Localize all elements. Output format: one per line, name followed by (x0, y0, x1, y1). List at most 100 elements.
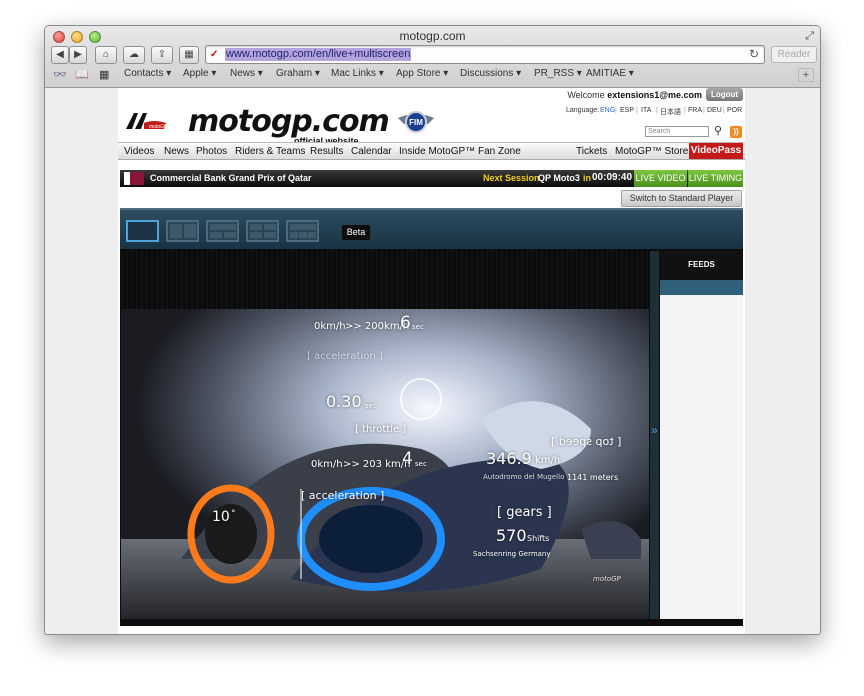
url-text[interactable]: www.motogp.com/en/live+multiscreen (225, 48, 412, 61)
add-bookmark-icon[interactable]: + (798, 68, 814, 82)
in-label: in (583, 173, 591, 183)
lang-eng[interactable]: ENG (600, 107, 615, 114)
reading-list-icon[interactable]: 👓 (53, 68, 67, 81)
lang-ita[interactable]: ITA (641, 107, 651, 114)
browser-toolbar: motogp.com ⤢ ◀ ▶ ⌂ ☁ ⇪ ▦ ✓ www.motogp.co… (45, 26, 820, 88)
feeds-selected-bar[interactable] (660, 280, 743, 295)
nav-store[interactable]: MotoGP™ Store (615, 146, 688, 157)
overlay-speed-mid-to: >> 203 km/h (343, 459, 411, 470)
layout-two-button[interactable] (166, 220, 199, 242)
switch-player-button[interactable]: Switch to Standard Player (621, 190, 742, 207)
feeds-header: FEEDS (660, 251, 743, 280)
video-letterbox (121, 251, 649, 309)
overlay-distance: 1141 meters (567, 473, 619, 482)
layout-four-button[interactable] (246, 220, 279, 242)
overlay-lean-unit: ° (231, 509, 236, 519)
share-button[interactable]: ⇪ (151, 46, 173, 64)
overlay-gears-label: [ gears ] (497, 505, 552, 520)
reader-button[interactable]: Reader (771, 46, 817, 63)
bookmark-discussions[interactable]: Discussions ▾ (460, 68, 521, 79)
language-label: Language: (566, 107, 600, 114)
nav-fan-zone[interactable]: Fan Zone (478, 146, 521, 157)
video-watermark: motoGP (593, 575, 621, 583)
lang-sep: | (656, 107, 658, 114)
qr-button[interactable]: ▦ (179, 46, 199, 64)
expand-arrow-icon[interactable]: » (651, 423, 658, 437)
overlay-speed-mid-from: 0km/h (311, 459, 343, 470)
live-timing-button[interactable]: LIVE TIMING (688, 170, 743, 187)
overlay-speed-top-from: 0km/h (314, 321, 346, 332)
site-logo-text[interactable]: motogp.com (188, 104, 390, 139)
top-sites-icon[interactable]: ▦ (99, 68, 109, 81)
rss-icon[interactable]: )) (730, 126, 742, 138)
address-bar[interactable]: ✓ www.motogp.com/en/live+multiscreen ↻ (205, 45, 765, 64)
overlay-speed-mid-seconds: 4 (402, 449, 413, 469)
reload-icon[interactable]: ↻ (749, 47, 759, 61)
beta-badge: Beta (342, 225, 370, 240)
fullscreen-icon[interactable]: ⤢ (805, 30, 814, 43)
layout-three-button[interactable] (206, 220, 239, 242)
site-search-input[interactable]: Search (645, 126, 709, 137)
lang-sep: | (723, 107, 725, 114)
bookmark-apple[interactable]: Apple ▾ (183, 68, 216, 79)
overlay-shifts-label: Shifts (527, 534, 550, 543)
lang-esp[interactable]: ESP (620, 107, 634, 114)
multiscreen-player: Beta 0km/h >> 200km/h 6 sec [accelerati… (120, 208, 743, 626)
live-video-button[interactable]: LIVE VIDEO (634, 170, 687, 187)
feeds-toggle-strip[interactable]: » (650, 251, 659, 619)
overlay-speed-top-unit: sec (412, 323, 424, 331)
overlay-speed-top-seconds: 6 (400, 313, 411, 333)
forward-button[interactable]: ▶ (69, 46, 87, 64)
overlay-top-speed-value: 346.9 (486, 449, 532, 468)
search-icon[interactable]: ⚲ (714, 124, 722, 137)
bookmark-mac-links[interactable]: Mac Links ▾ (331, 68, 384, 79)
lang-fra[interactable]: FRA (688, 107, 702, 114)
nav-tickets[interactable]: Tickets (576, 146, 607, 157)
logout-button[interactable]: Logout (706, 88, 743, 101)
nav-results[interactable]: Results (310, 146, 343, 157)
home-icon: ⌂ (102, 49, 110, 60)
welcome-user: extensions1@me.com (607, 90, 702, 100)
feeds-panel: FEEDS (660, 251, 743, 619)
bookmark-pr-rss[interactable]: PR_RSS ▾ (534, 68, 582, 79)
nav-calendar[interactable]: Calendar (351, 146, 392, 157)
lang-deu[interactable]: DEU (707, 107, 722, 114)
bookmark-contacts[interactable]: Contacts ▾ (124, 68, 171, 79)
session-countdown: 00:09:40 (592, 172, 633, 183)
overlay-top-speed-location: Autodromo del Mugello (483, 473, 565, 481)
main-nav: Videos News Photos Riders & Teams Result… (118, 142, 745, 160)
lang-jpn[interactable]: 日本語 (660, 107, 681, 117)
lang-por[interactable]: POR (727, 107, 742, 114)
lang-sep: | (615, 107, 617, 114)
home-button[interactable]: ⌂ (95, 46, 117, 64)
nav-riders-teams[interactable]: Riders & Teams (235, 146, 305, 157)
bookmark-amitiae[interactable]: AMITIAE ▾ (586, 68, 634, 79)
nav-videos[interactable]: Videos (124, 146, 154, 157)
overlay-speed-mid-unit: sec (415, 460, 427, 468)
lang-sep: | (636, 107, 638, 114)
nav-photos[interactable]: Photos (196, 146, 227, 157)
qr-code-icon: ▦ (184, 49, 194, 60)
overlay-shifts-location: Sachsenring Germany (473, 550, 551, 558)
videopass-button[interactable]: VideoPass (689, 143, 743, 159)
nav-inside-motogp[interactable]: Inside MotoGP™ (399, 146, 475, 157)
layout-single-button[interactable] (126, 220, 159, 242)
video-frame[interactable]: 0km/h >> 200km/h 6 sec [ acceleration ] … (121, 251, 649, 619)
back-button[interactable]: ◀ (51, 46, 69, 64)
bookmark-news[interactable]: News ▾ (230, 68, 263, 79)
session-name: QP Moto3 (538, 173, 580, 183)
fim-logo[interactable]: FIM (396, 108, 436, 136)
event-bar: Commercial Bank Grand Prix of Qatar Next… (120, 170, 743, 187)
bookmark-app-store[interactable]: App Store ▾ (396, 68, 448, 79)
bookmark-graham[interactable]: Graham ▾ (276, 68, 320, 79)
welcome-prefix: Welcome (567, 90, 605, 100)
icloud-button[interactable]: ☁ (123, 46, 145, 64)
web-content: Welcome extensions1@me.com Logout motoGP… (45, 88, 820, 634)
layout-grid-button[interactable] (286, 220, 319, 242)
bookmarks-book-icon[interactable]: 📖 (75, 68, 89, 81)
nav-news[interactable]: News (164, 146, 189, 157)
window-title: motogp.com (399, 29, 466, 43)
event-name[interactable]: Commercial Bank Grand Prix of Qatar (150, 173, 312, 183)
motogp-logo-mark[interactable]: motoGP (124, 109, 168, 135)
motogp-favicon: ✓ (210, 49, 219, 60)
